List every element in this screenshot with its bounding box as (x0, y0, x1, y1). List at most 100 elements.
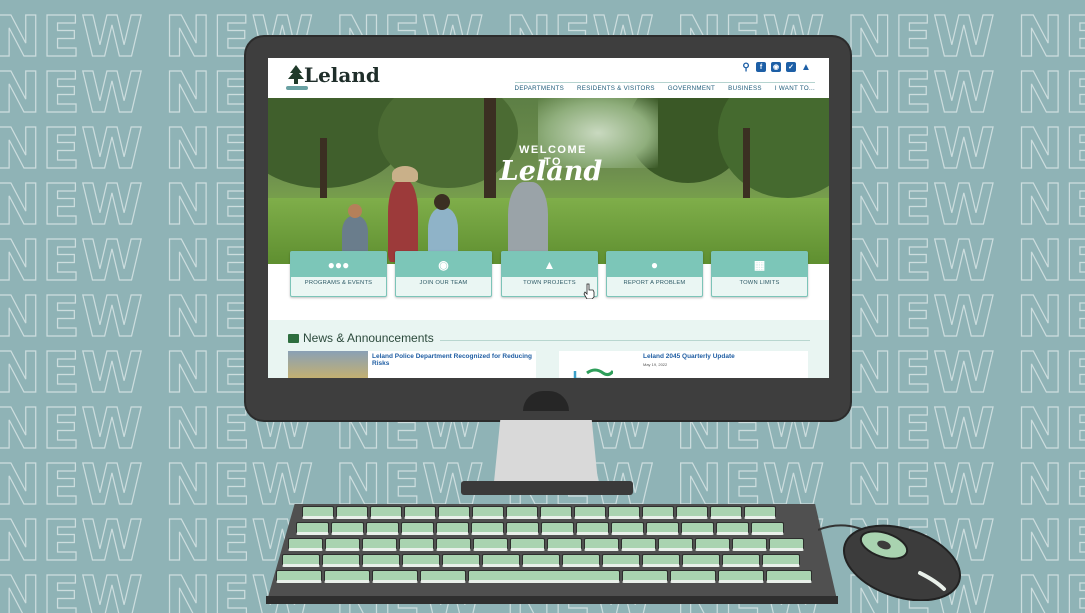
mouse (842, 524, 962, 601)
keyboard-key (324, 570, 370, 583)
keyboard-key (670, 570, 716, 583)
keyboard-key (506, 522, 539, 535)
keyboard-key (366, 522, 399, 535)
keyboard-key (762, 554, 800, 567)
quick-link-join-our-team[interactable]: ◉ JOIN OUR TEAM (395, 251, 492, 297)
news-headline[interactable]: Leland Police Department Recognized for … (372, 353, 532, 367)
website-screen: Leland ⚲ f ◉ ✓ ▲ DEPARTMENTS RESIDENTS &… (268, 58, 829, 378)
news-section-title: News & Announcements (303, 331, 434, 345)
people-icon: ●●● (291, 252, 386, 277)
keyboard-key (584, 538, 619, 551)
search-icon[interactable]: ⚲ (741, 62, 751, 73)
keyboard-key (676, 506, 708, 519)
keyboard-key (621, 538, 656, 551)
utility-icons: ⚲ f ◉ ✓ ▲ (741, 62, 811, 73)
news-card[interactable]: Leland 2045 Quarterly Update May 19, 202… (559, 351, 808, 378)
nav-i-want-to[interactable]: I WANT TO... (775, 85, 815, 92)
keyboard-key (522, 554, 560, 567)
keyboard-key (362, 554, 400, 567)
handshake-icon: ◉ (396, 252, 491, 277)
site-header: Leland ⚲ f ◉ ✓ ▲ DEPARTMENTS RESIDENTS &… (268, 58, 829, 98)
monitor-stand-base (461, 481, 633, 495)
keyboard-key (372, 570, 418, 583)
facebook-icon[interactable]: f (756, 62, 766, 72)
quick-link-label: PROGRAMS & EVENTS (304, 280, 373, 286)
keyboard-key (642, 554, 680, 567)
keyboard-key (722, 554, 760, 567)
keyboard-key (751, 522, 784, 535)
keyboard-key (336, 506, 368, 519)
quick-link-report-a-problem[interactable]: ● REPORT A PROBLEM (606, 251, 703, 297)
map-pin-icon: ● (607, 252, 702, 277)
keyboard-key (399, 538, 434, 551)
hero-town-name: Leland (499, 156, 603, 187)
tree-trunk (743, 128, 750, 203)
map-icon: ▦ (712, 252, 807, 277)
keyboard-key (710, 506, 742, 519)
keyboard-key (331, 522, 364, 535)
news-section: News & Announcements Leland Police Depar… (268, 320, 829, 378)
hand-cursor-icon (583, 283, 595, 299)
keyboard-key (510, 538, 545, 551)
keyboard-front (266, 596, 838, 604)
site-logo[interactable]: Leland (304, 63, 380, 87)
keyboard-key (473, 538, 508, 551)
keyboard-key (296, 522, 329, 535)
woman-figure (388, 180, 418, 262)
keyboard-key (322, 554, 360, 567)
quick-link-programs-events[interactable]: ●●● PROGRAMS & EVENTS (290, 251, 387, 297)
news-card[interactable]: Leland Police Department Recognized for … (288, 351, 536, 378)
main-nav: DEPARTMENTS RESIDENTS & VISITORS GOVERNM… (514, 82, 815, 92)
logo-wave (286, 86, 308, 90)
newspaper-icon (288, 334, 299, 343)
keyboard-key (420, 570, 466, 583)
instagram-icon[interactable]: ◉ (771, 62, 781, 72)
twitter-icon[interactable]: ✓ (786, 62, 796, 72)
keyboard-key (362, 538, 397, 551)
keyboard-key (646, 522, 679, 535)
news-headline[interactable]: Leland 2045 Quarterly Update (643, 353, 803, 360)
tree-logo-icon (288, 65, 304, 84)
quick-links: ●●● PROGRAMS & EVENTS ◉ JOIN OUR TEAM ▲ … (290, 251, 810, 297)
keyboard-key (325, 538, 360, 551)
alert-icon[interactable]: ▲ (801, 62, 811, 73)
keyboard-key (288, 538, 323, 551)
tree-trunk (484, 98, 496, 213)
keyboard-key (402, 554, 440, 567)
news-thumbnail (288, 351, 368, 378)
nav-residents-visitors[interactable]: RESIDENTS & VISITORS (577, 85, 655, 92)
child-figure (342, 216, 368, 256)
keyboard-key (438, 506, 470, 519)
keyboard-key (401, 522, 434, 535)
keyboard-key (506, 506, 538, 519)
keyboard-key (769, 538, 804, 551)
nav-business[interactable]: BUSINESS (728, 85, 762, 92)
quick-link-label: TOWN LIMITS (739, 280, 780, 286)
keyboard-key (436, 538, 471, 551)
keyboard-key (642, 506, 674, 519)
quick-link-town-limits[interactable]: ▦ TOWN LIMITS (711, 251, 808, 297)
keyboard-key (576, 522, 609, 535)
keyboard (266, 504, 838, 604)
nav-government[interactable]: GOVERNMENT (668, 85, 715, 92)
keyboard-key (695, 538, 730, 551)
keyboard-key (472, 506, 504, 519)
keyboard-key (482, 554, 520, 567)
keyboard-key (468, 570, 620, 583)
keyboard-key (732, 538, 767, 551)
hero-image: WELCOME TO Leland (268, 98, 829, 264)
keyboard-key (622, 570, 668, 583)
keyboard-key (282, 554, 320, 567)
keyboard-key (718, 570, 764, 583)
keyboard-key (766, 570, 812, 583)
keyboard-key (744, 506, 776, 519)
keyboard-key (471, 522, 504, 535)
quick-link-label: REPORT A PROBLEM (623, 280, 686, 286)
divider (440, 340, 810, 341)
keyboard-key (436, 522, 469, 535)
nav-departments[interactable]: DEPARTMENTS (515, 85, 564, 92)
keyboard-key (682, 554, 720, 567)
keyboard-key (716, 522, 749, 535)
child-head (348, 204, 362, 218)
keyboard-key (608, 506, 640, 519)
